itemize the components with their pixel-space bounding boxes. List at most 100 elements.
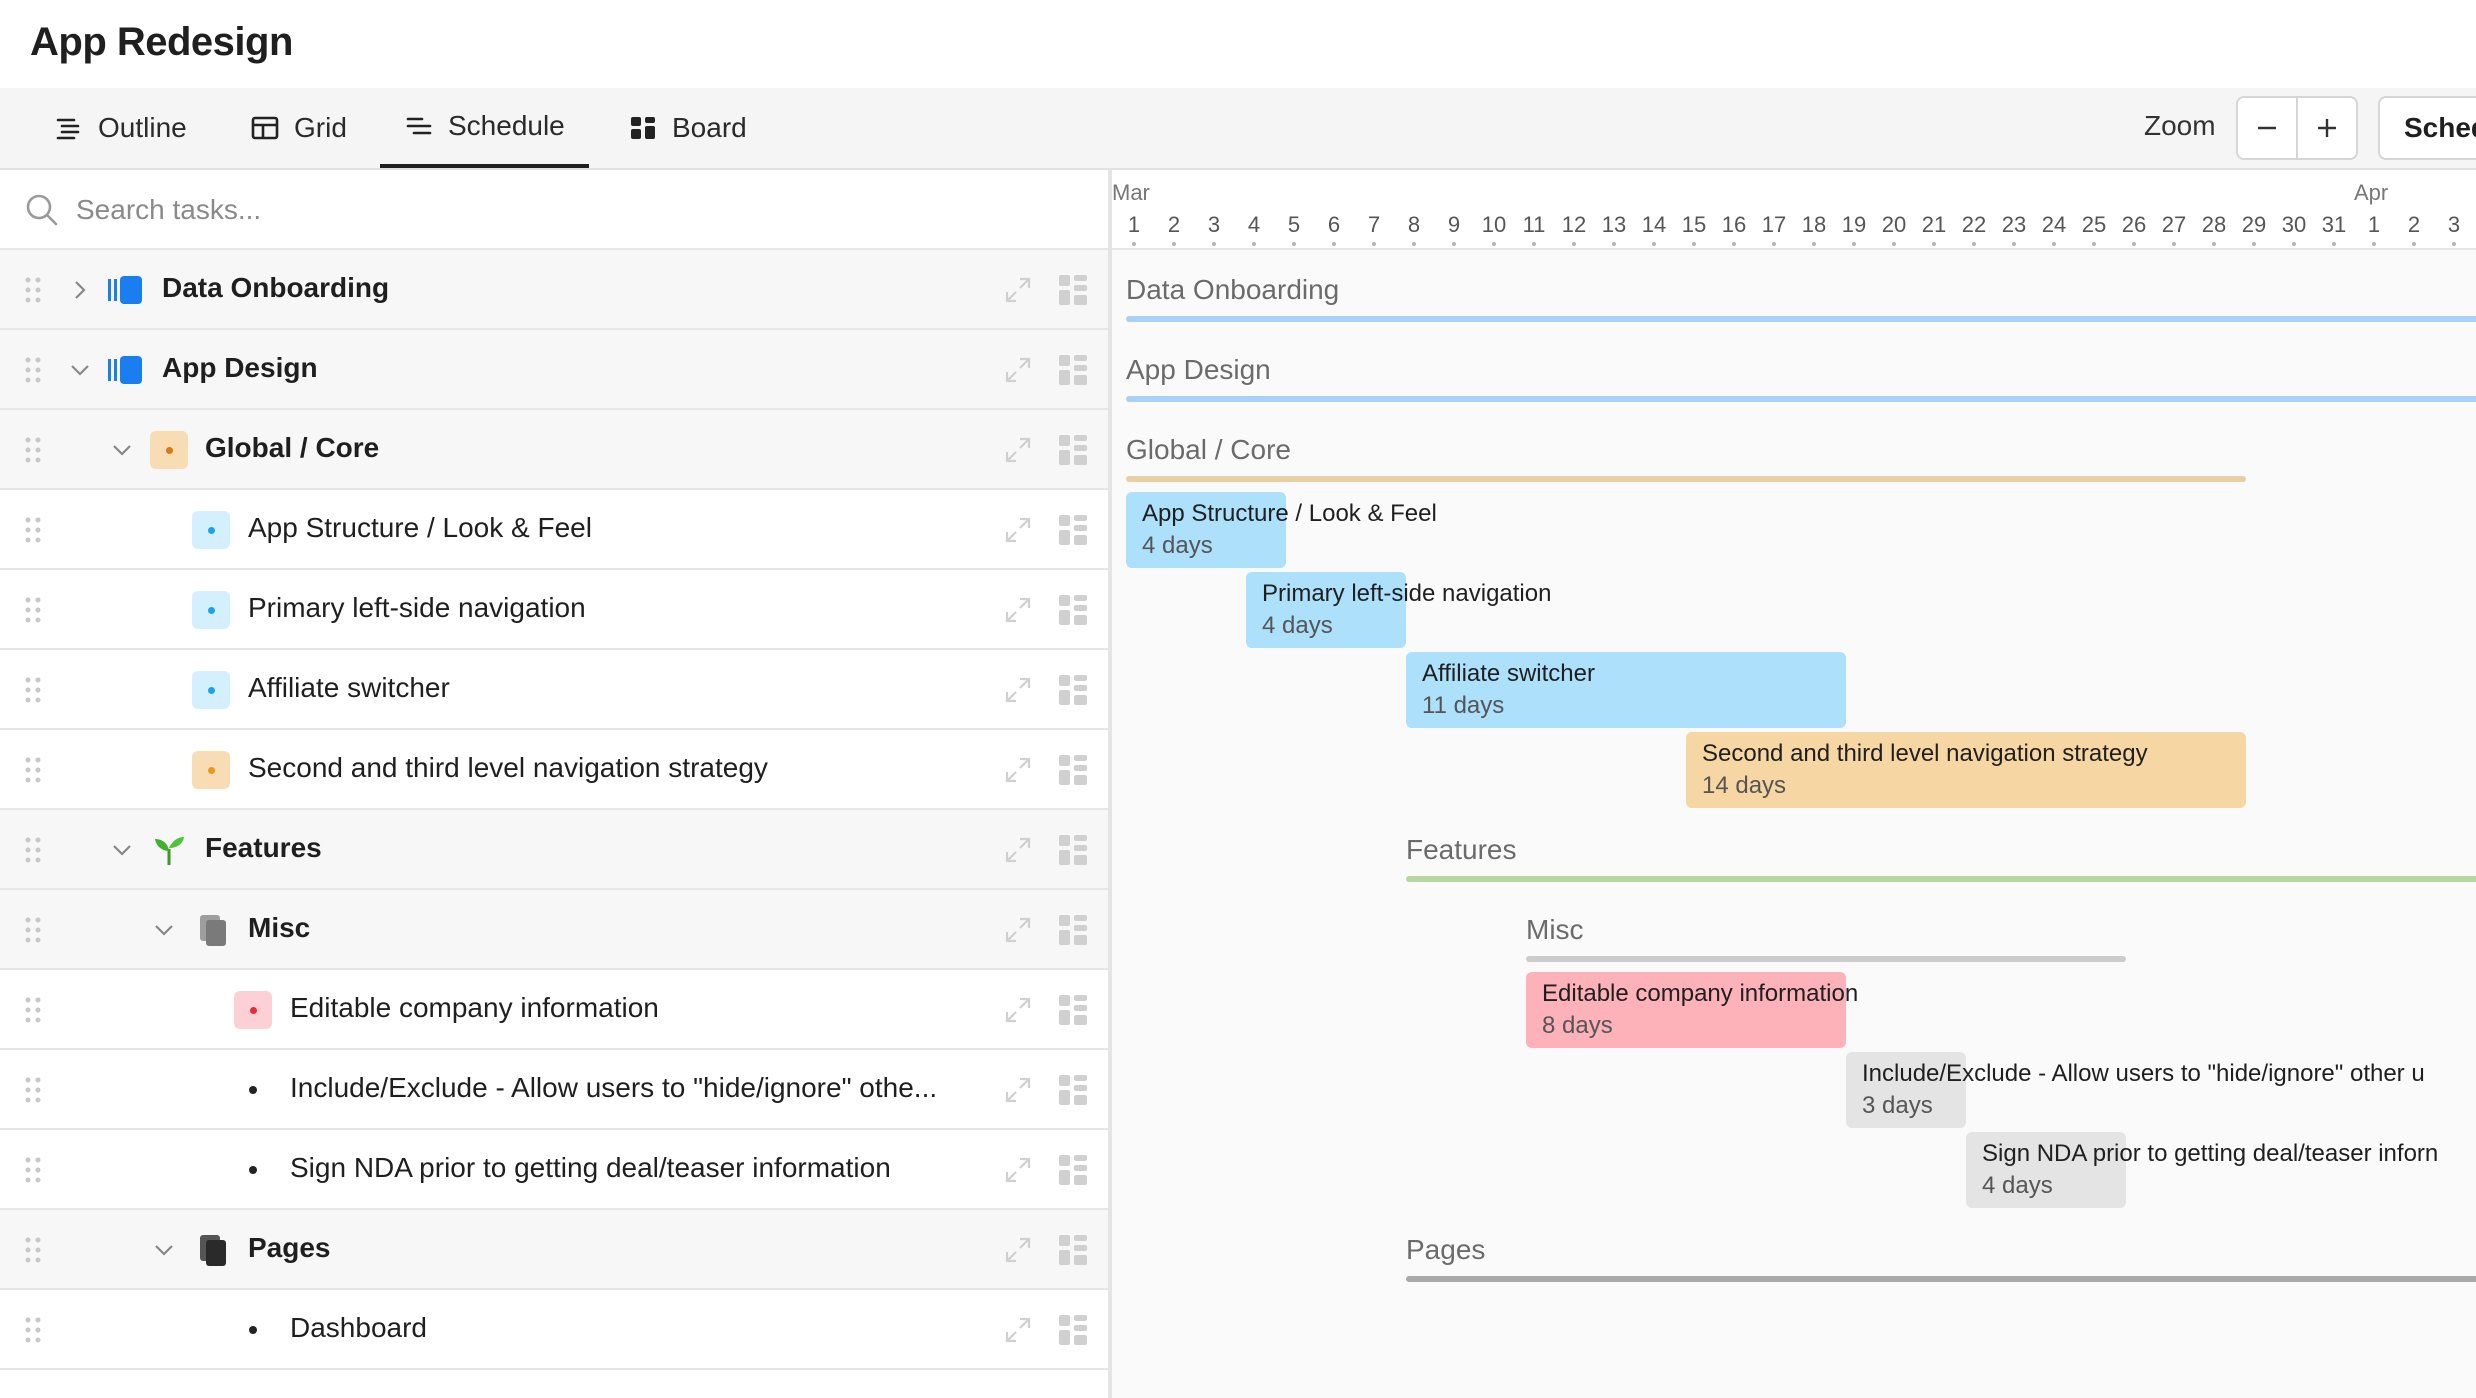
expand-icon[interactable] [1004,836,1032,864]
tab-schedule[interactable]: Schedule [380,88,589,168]
gantt-summary-bar[interactable] [1126,316,2476,322]
details-panel-icon[interactable] [1058,674,1088,706]
zoom-in-button[interactable] [2296,96,2358,160]
outline-row-editable-company[interactable]: Editable company information [0,970,1108,1050]
drag-handle-icon[interactable] [24,1316,42,1344]
tab-outline[interactable]: Outline [30,88,211,168]
details-panel-icon[interactable] [1058,434,1088,466]
gantt-summary-bar[interactable] [1126,476,2246,482]
details-panel-icon[interactable] [1058,514,1088,546]
row-label: App Structure / Look & Feel [248,512,592,543]
search-input[interactable] [76,188,976,232]
expand-icon[interactable] [1004,756,1032,784]
outline-row-include-exclude[interactable]: Include/Exclude - Allow users to "hide/i… [0,1050,1108,1130]
expand-icon[interactable] [1004,1316,1032,1344]
search-icon [26,194,58,226]
timeline-day-label: 2 [1167,212,1181,237]
outline-row-dashboard[interactable]: Dashboard [0,1290,1108,1370]
status-dot-icon [234,991,272,1029]
drag-handle-icon[interactable] [24,516,42,544]
drag-handle-icon[interactable] [24,596,42,624]
drag-handle-icon[interactable] [24,1076,42,1104]
expand-icon[interactable] [1004,356,1032,384]
details-panel-icon[interactable] [1058,834,1088,866]
timeline-day-tick [1372,242,1376,246]
schedule-options-button[interactable]: Sched [2378,96,2476,160]
gantt-group-label: Pages [1406,1234,1486,1265]
tab-grid[interactable]: Grid [226,88,371,168]
details-panel-icon[interactable] [1058,914,1088,946]
timeline-day-tick [1652,242,1656,246]
gantt-summary-bar[interactable] [1406,876,2476,882]
chevron-down-icon[interactable] [110,438,134,462]
outline-row-app-structure[interactable]: App Structure / Look & Feel [0,490,1108,570]
timeline-day-label: 13 [1601,212,1627,237]
board-icon [631,117,655,139]
outline-row-data-onboarding[interactable]: Data Onboarding [0,250,1108,330]
details-panel-icon[interactable] [1058,354,1088,386]
timeline-day-label: 5 [1287,212,1301,237]
outline-row-primary-nav[interactable]: Primary left-side navigation [0,570,1108,650]
expand-icon[interactable] [1004,916,1032,944]
details-panel-icon[interactable] [1058,1314,1088,1346]
drag-handle-icon[interactable] [24,1236,42,1264]
schedule-timeline: Mar Apr 1 2 3 4 5 6 7 8 9 10 11 12 13 14 15 16 17 18 19 20 2… [1112,170,2476,1398]
details-panel-icon[interactable] [1058,1074,1088,1106]
drag-handle-icon[interactable] [24,996,42,1024]
timeline-day-label: 29 [2241,212,2267,237]
gantt-group-label: Data Onboarding [1126,274,1340,305]
expand-icon[interactable] [1004,1236,1032,1264]
expand-icon[interactable] [1004,1156,1032,1184]
gantt-summary-bar[interactable] [1406,1276,2476,1282]
outline-row-global-core[interactable]: Global / Core [0,410,1108,490]
row-label: Primary left-side navigation [248,592,586,623]
details-panel-icon[interactable] [1058,754,1088,786]
drag-handle-icon[interactable] [24,756,42,784]
chevron-down-icon[interactable] [152,918,176,942]
outline-row-second-third-nav[interactable]: Second and third level navigation strate… [0,730,1108,810]
status-dot-icon [192,751,230,789]
drag-handle-icon[interactable] [24,916,42,944]
zoom-out-button[interactable] [2236,96,2298,160]
outline-row-app-design[interactable]: App Design [0,330,1108,410]
details-panel-icon[interactable] [1058,994,1088,1026]
expand-icon[interactable] [1004,276,1032,304]
outline-row-pages[interactable]: Pages [0,1210,1108,1290]
chevron-down-icon[interactable] [110,838,134,862]
documents-icon [200,915,226,946]
gantt-summary-bar[interactable] [1526,956,2126,962]
expand-icon[interactable] [1004,996,1032,1024]
details-panel-icon[interactable] [1058,1154,1088,1186]
details-panel-icon[interactable] [1058,274,1088,306]
month-label-mar: Mar [1112,180,1150,205]
details-panel-icon[interactable] [1058,1234,1088,1266]
row-label: Pages [248,1232,331,1263]
outline-row-sign-nda[interactable]: Sign NDA prior to getting deal/teaser in… [0,1130,1108,1210]
drag-handle-icon[interactable] [24,1156,42,1184]
outline-row-affiliate-switcher[interactable]: Affiliate switcher [0,650,1108,730]
details-panel-icon[interactable] [1058,594,1088,626]
drag-handle-icon[interactable] [24,276,42,304]
chevron-down-icon[interactable] [68,358,92,382]
outline-row-features[interactable]: Features [0,810,1108,890]
outline-row-misc[interactable]: Misc [0,890,1108,970]
expand-icon[interactable] [1004,596,1032,624]
timeline-day-tick [1292,242,1296,246]
tab-board[interactable]: Board [604,88,771,168]
schedule-icon [406,117,432,135]
timeline-day-label: 7 [1367,212,1381,237]
expand-icon[interactable] [1004,676,1032,704]
expand-icon[interactable] [1004,436,1032,464]
expand-icon[interactable] [1004,1076,1032,1104]
chevron-right-icon[interactable] [68,278,92,302]
drag-handle-icon[interactable] [24,836,42,864]
chevron-down-icon[interactable] [152,1238,176,1262]
gantt-summary-bar[interactable] [1126,396,2476,402]
timeline-day-tick [2452,242,2456,246]
gantt-task-duration: 14 days [1702,772,1787,799]
expand-icon[interactable] [1004,516,1032,544]
gantt-task-duration: 4 days [1982,1172,2053,1199]
drag-handle-icon[interactable] [24,676,42,704]
drag-handle-icon[interactable] [24,436,42,464]
drag-handle-icon[interactable] [24,356,42,384]
